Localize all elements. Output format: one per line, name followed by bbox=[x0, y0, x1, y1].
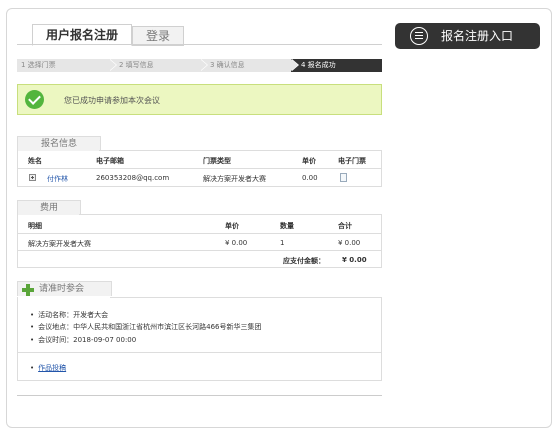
submit-work-link[interactable]: 作品投稿 bbox=[38, 364, 66, 372]
fees-section-title: 费用 bbox=[17, 200, 81, 215]
step-label: 3 确认信息 bbox=[210, 61, 245, 69]
progress-steps: 1 选择门票 2 填写信息 3 确认信息 4 报名成功 bbox=[17, 59, 382, 72]
row-divider bbox=[18, 250, 381, 251]
e-ticket-icon[interactable] bbox=[340, 173, 347, 182]
step-select-ticket: 1 选择门票 bbox=[17, 59, 117, 72]
bottom-divider bbox=[17, 395, 382, 396]
fee-quantity: 1 bbox=[280, 239, 285, 247]
fees-table: 明细 单价 数量 合计 解决方案开发者大赛 ¥ 0.00 1 ¥ 0.00 应支… bbox=[17, 214, 382, 268]
attend-section-title: 请准时参会 bbox=[17, 281, 112, 296]
step-confirm-info: 3 确认信息 bbox=[200, 59, 299, 72]
amount-due-value: ¥ 0.00 bbox=[342, 256, 367, 264]
event-time: 会议时间：2018-09-07 00:00 bbox=[30, 335, 136, 345]
col-e-ticket: 电子门票 bbox=[338, 157, 366, 165]
fee-item: 解决方案开发者大赛 bbox=[28, 240, 91, 248]
check-icon bbox=[25, 90, 44, 109]
col-quantity: 数量 bbox=[280, 222, 294, 230]
fee-total: ¥ 0.00 bbox=[338, 239, 361, 247]
row-divider bbox=[18, 168, 381, 169]
col-ticket-type: 门票类型 bbox=[203, 157, 231, 165]
col-total: 合计 bbox=[338, 222, 352, 230]
step-label: 1 选择门票 bbox=[21, 61, 56, 69]
amount-due-label: 应支付金额： bbox=[283, 257, 325, 265]
step-label: 4 报名成功 bbox=[301, 61, 336, 69]
attendee-email: 260353208@qq.com bbox=[96, 174, 170, 182]
attendee-name-link[interactable]: 付作林 bbox=[47, 174, 68, 184]
event-info-panel: 活动名称：开发者大会 会议地点：中华人民共和国浙江省杭州市滨江区长河路466号新… bbox=[17, 297, 382, 381]
event-name: 活动名称：开发者大会 bbox=[30, 310, 108, 320]
step-success: 4 报名成功 bbox=[291, 59, 382, 72]
expand-icon[interactable] bbox=[29, 174, 36, 181]
fee-price: ¥ 0.00 bbox=[225, 239, 248, 247]
col-item: 明细 bbox=[28, 222, 42, 230]
event-location: 会议地点：中华人民共和国浙江省杭州市滨江区长河路466号新华三集团 bbox=[30, 322, 261, 332]
plus-icon bbox=[22, 284, 34, 296]
step-fill-info: 2 填写信息 bbox=[109, 59, 208, 72]
success-message: 您已成功申请参加本次会议 bbox=[64, 96, 160, 105]
step-label: 2 填写信息 bbox=[119, 61, 154, 69]
attendee-price: 0.00 bbox=[302, 174, 318, 182]
registration-section-title: 报名信息 bbox=[17, 136, 101, 151]
tab-login[interactable]: 登录 bbox=[132, 26, 184, 46]
register-entry-button[interactable]: 报名注册入口 bbox=[395, 23, 540, 49]
submission-item: 作品投稿 bbox=[30, 363, 66, 373]
tab-divider bbox=[17, 44, 382, 45]
col-price: 单价 bbox=[302, 157, 316, 165]
row-divider bbox=[18, 352, 381, 353]
attend-title-text: 请准时参会 bbox=[39, 284, 85, 294]
col-name: 姓名 bbox=[28, 157, 42, 165]
registration-table: 姓名 电子邮箱 门票类型 单价 电子门票 付作林 260353208@qq.co… bbox=[17, 150, 382, 187]
attendee-ticket-type: 解决方案开发者大赛 bbox=[203, 175, 266, 183]
row-divider bbox=[18, 233, 381, 234]
register-entry-label: 报名注册入口 bbox=[441, 29, 514, 43]
col-price: 单价 bbox=[225, 222, 239, 230]
list-icon bbox=[410, 27, 428, 45]
col-email: 电子邮箱 bbox=[96, 157, 124, 165]
success-banner: 您已成功申请参加本次会议 bbox=[17, 84, 382, 115]
tab-register[interactable]: 用户报名注册 bbox=[32, 24, 132, 46]
